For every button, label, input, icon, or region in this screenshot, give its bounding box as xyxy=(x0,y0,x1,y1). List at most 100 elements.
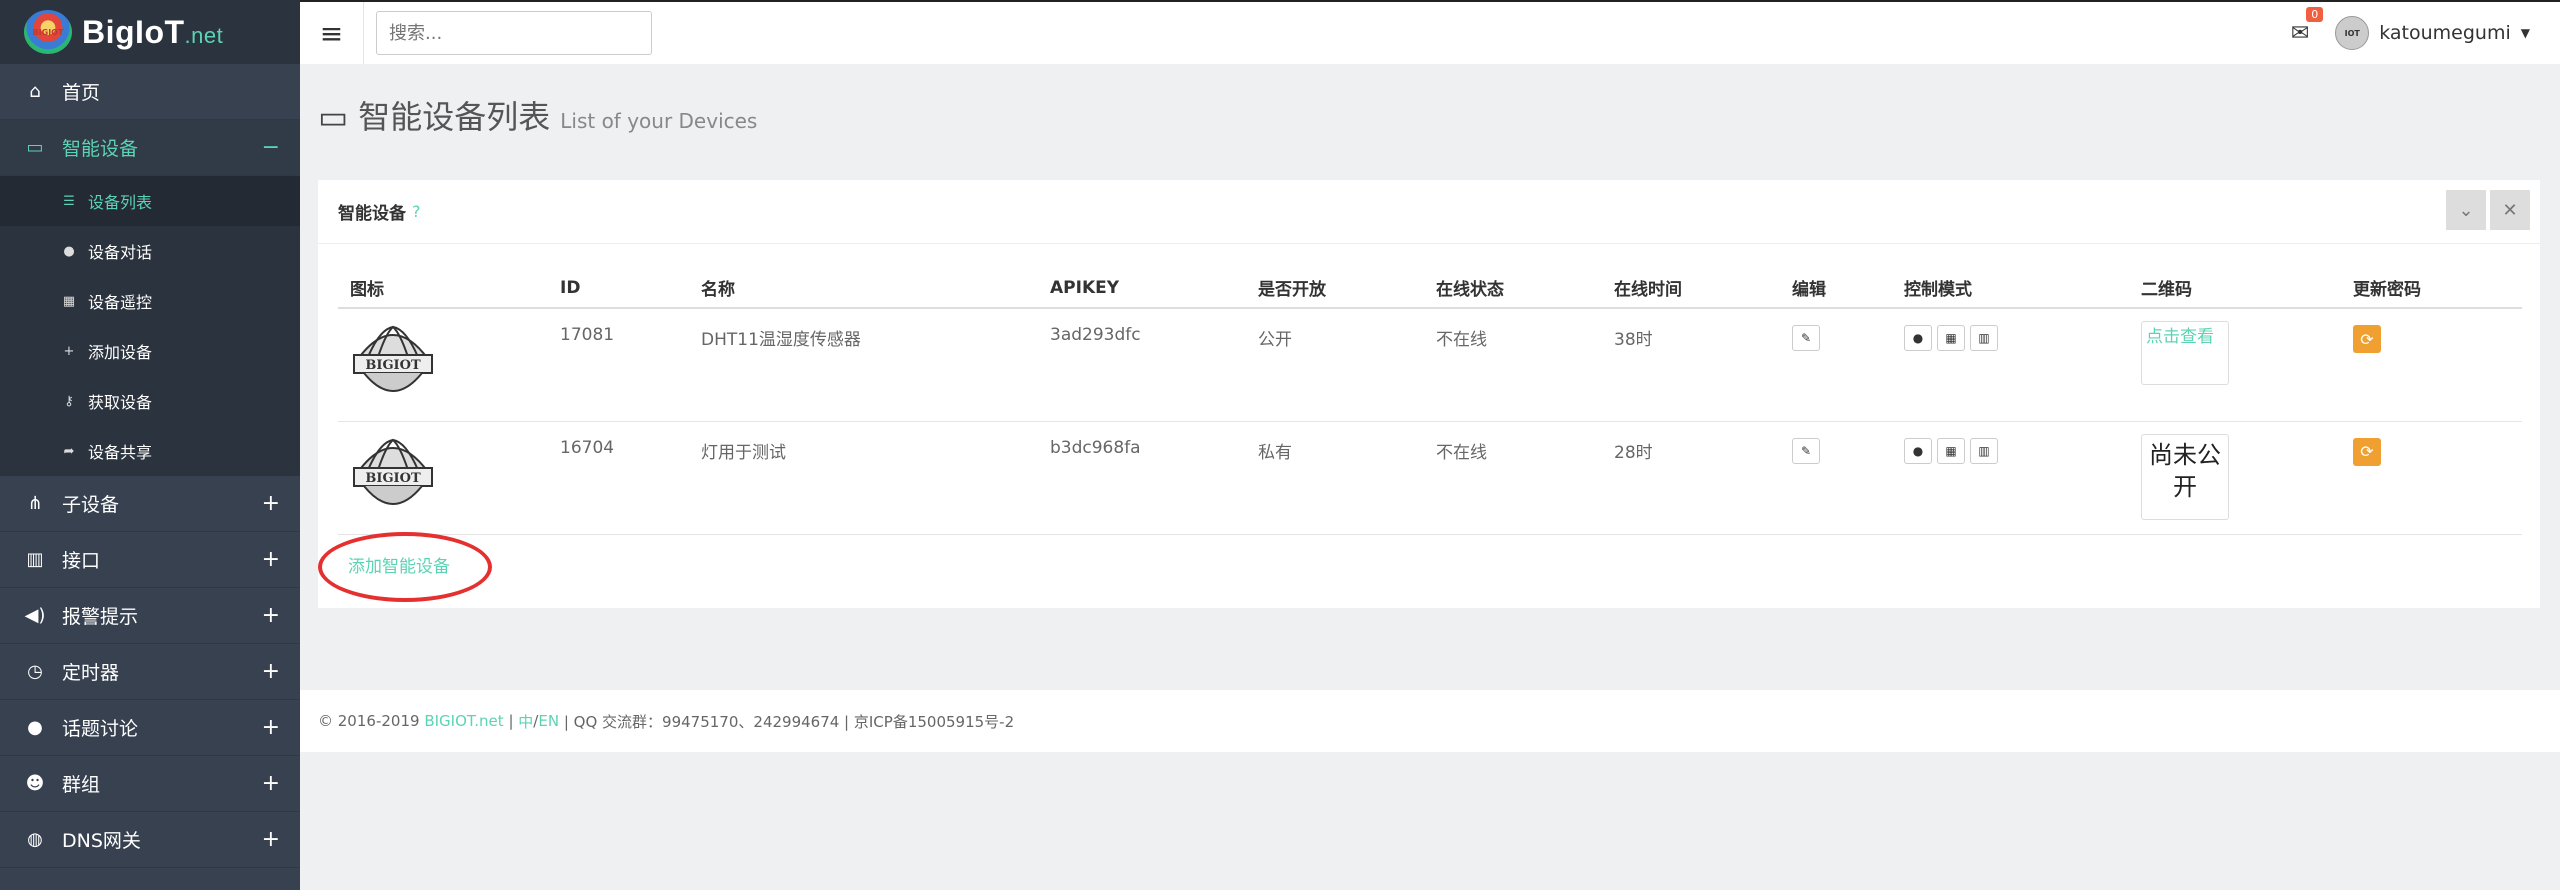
comment-icon: ● xyxy=(1912,331,1924,345)
sidebar-subitem-device-list[interactable]: ☰ 设备列表 xyxy=(0,176,300,226)
table-row: BIGIOT 16704 灯用于测试 b3dc968fa 私有 不在线 28时 … xyxy=(338,421,2522,535)
sidebar-subitem-device-share[interactable]: ➦ 设备共享 xyxy=(0,426,300,476)
hamburger-icon: ≡ xyxy=(319,16,344,50)
lang-zh-link[interactable]: 中 xyxy=(518,711,533,732)
col-header-id: ID xyxy=(548,268,689,309)
pencil-icon: ✎ xyxy=(1800,443,1812,458)
chevron-down-icon: ⌄ xyxy=(2458,199,2474,221)
mail-button[interactable]: ✉ 0 xyxy=(2291,6,2324,46)
expand-icon: + xyxy=(261,603,280,628)
topbar-right: ✉ 0 IOT katoumegumi ▼ xyxy=(2291,6,2560,50)
list-icon: ☰ xyxy=(63,193,75,209)
col-header-open: 是否开放 xyxy=(1246,268,1424,309)
mail-badge: 0 xyxy=(2306,6,2324,22)
cell-open: 公开 xyxy=(1246,308,1424,422)
cell-open: 私有 xyxy=(1246,421,1424,535)
cell-status: 不在线 xyxy=(1424,308,1602,422)
sidebar-item-smart-devices[interactable]: ▭ 智能设备 − xyxy=(0,120,300,176)
chart-icon: ▥ xyxy=(1978,443,1990,458)
site-link[interactable]: BIGIOT.net xyxy=(424,712,503,730)
logo-mark: BIGIOT xyxy=(24,10,72,54)
sitemap-icon: ⋔ xyxy=(27,493,43,514)
footer: © 2016-2019 BIGIOT.net | 中 / EN | QQ 交流群：9… xyxy=(300,690,2560,752)
cell-time: 28时 xyxy=(1602,421,1780,535)
logo[interactable]: BIGIOT BigIoT.net xyxy=(0,0,300,64)
cell-id: 17081 xyxy=(548,308,689,422)
volume-icon: ◀) xyxy=(24,605,46,626)
col-header-control: 控制模式 xyxy=(1892,268,2129,309)
sidebar-item-dns[interactable]: ◍ DNS网关 + xyxy=(0,812,300,868)
username[interactable]: katoumegumi xyxy=(2379,22,2511,44)
plus-icon: + xyxy=(63,343,75,359)
sidebar-subitem-get-device[interactable]: ⚷ 获取设备 xyxy=(0,376,300,426)
expand-icon: + xyxy=(261,491,280,516)
col-header-apikey: APIKEY xyxy=(1038,268,1246,309)
refresh-key-button[interactable]: ⟳ xyxy=(2353,437,2381,466)
sidebar-subitem-device-remote[interactable]: ▦ 设备遥控 xyxy=(0,276,300,326)
cell-time: 38时 xyxy=(1602,308,1780,422)
expand-icon: + xyxy=(261,827,280,852)
devices-table: 图标 ID 名称 APIKEY 是否开放 在线状态 在线时间 编辑 控制模式 二… xyxy=(338,268,2522,535)
lang-en-link[interactable]: EN xyxy=(538,712,559,730)
sidebar-subitem-device-chat[interactable]: ● 设备对话 xyxy=(0,226,300,276)
clock-icon: ◷ xyxy=(27,661,43,682)
sidebar-item-api[interactable]: ▥ 接口 + xyxy=(0,532,300,588)
search-input[interactable] xyxy=(376,11,652,55)
sidebar-item-alerts[interactable]: ◀) 报警提示 + xyxy=(0,588,300,644)
cell-apikey: 3ad293dfc xyxy=(1038,308,1246,422)
menu-toggle-button[interactable]: ≡ xyxy=(300,2,364,64)
panel-title: 智能设备 xyxy=(338,204,406,224)
avatar[interactable]: IOT xyxy=(2335,16,2370,50)
page-subtitle: List of your Devices xyxy=(560,109,758,133)
sidebar-submenu: ☰ 设备列表 ● 设备对话 ▦ 设备遥控 + 添加设备 ⚷ 获取设备 ➦ 设备共… xyxy=(0,176,300,476)
expand-icon: + xyxy=(261,659,280,684)
caret-down-icon[interactable]: ▼ xyxy=(2521,26,2530,40)
close-button[interactable]: ✕ xyxy=(2490,190,2530,230)
help-link[interactable]: ? xyxy=(412,202,421,221)
qr-not-public: 尚未公开 xyxy=(2141,433,2229,520)
remote-button[interactable]: ▦ xyxy=(1937,325,1965,351)
edit-button[interactable]: ✎ xyxy=(1792,437,1820,464)
refresh-key-button[interactable]: ⟳ xyxy=(2353,325,2381,353)
refresh-icon: ⟳ xyxy=(2360,442,2374,461)
panel-tools: ⌄ ✕ xyxy=(2446,190,2530,230)
edit-button[interactable]: ✎ xyxy=(1792,325,1820,351)
globe-icon: ◍ xyxy=(27,829,43,850)
collapse-button[interactable]: ⌄ xyxy=(2446,190,2486,230)
page-title: ▭ 智能设备列表 List of your Devices xyxy=(318,98,758,136)
chart-icon: ▥ xyxy=(26,549,44,570)
expand-icon: + xyxy=(261,715,280,740)
devices-panel: 智能设备 ? ⌄ ✕ 图标 ID 名称 APIKEY 是否开放 在线状态 在线时… xyxy=(318,180,2540,608)
table-row: BIGIOT 17081 DHT11温湿度传感器 3ad293dfc 公开 不在… xyxy=(338,308,2522,422)
sidebar-subitem-add-device[interactable]: + 添加设备 xyxy=(0,326,300,376)
sidebar-item-topics[interactable]: ● 话题讨论 + xyxy=(0,700,300,756)
key-icon: ⚷ xyxy=(64,393,74,409)
sidebar-item-sub-devices[interactable]: ⋔ 子设备 + xyxy=(0,476,300,532)
sidebar-item-groups[interactable]: ☻ 群组 + xyxy=(0,756,300,812)
qr-link[interactable]: 点击查看 xyxy=(2141,321,2229,385)
add-device-link[interactable]: 添加智能设备 xyxy=(348,552,450,577)
laptop-icon: ▭ xyxy=(26,137,44,158)
table-header-row: 图标 ID 名称 APIKEY 是否开放 在线状态 在线时间 编辑 控制模式 二… xyxy=(338,268,2522,309)
cell-id: 16704 xyxy=(548,421,689,535)
chart-icon: ▥ xyxy=(1978,331,1990,345)
expand-icon: + xyxy=(261,547,280,572)
sidebar-item-timer[interactable]: ◷ 定时器 + xyxy=(0,644,300,700)
expand-icon: + xyxy=(261,771,280,796)
footer-info: | QQ 交流群：99475170、242994674 | 京ICP备15005… xyxy=(563,712,1015,731)
sidebar-item-home[interactable]: ⌂ 首页 xyxy=(0,64,300,120)
col-header-edit: 编辑 xyxy=(1780,268,1892,309)
col-header-qr: 二维码 xyxy=(2129,268,2341,309)
remote-button[interactable]: ▦ xyxy=(1937,437,1965,464)
users-icon: ☻ xyxy=(25,773,45,794)
chart-button[interactable]: ▥ xyxy=(1970,437,1998,464)
comments-icon: ● xyxy=(27,717,43,738)
chart-button[interactable]: ▥ xyxy=(1970,325,1998,351)
cell-apikey: b3dc968fa xyxy=(1038,421,1246,535)
chat-button[interactable]: ● xyxy=(1904,437,1932,464)
collapse-icon: − xyxy=(261,135,280,160)
cell-status: 不在线 xyxy=(1424,421,1602,535)
grid-icon: ▦ xyxy=(1945,331,1957,345)
chat-button[interactable]: ● xyxy=(1904,325,1932,351)
svg-text:BIGIOT: BIGIOT xyxy=(365,358,421,373)
